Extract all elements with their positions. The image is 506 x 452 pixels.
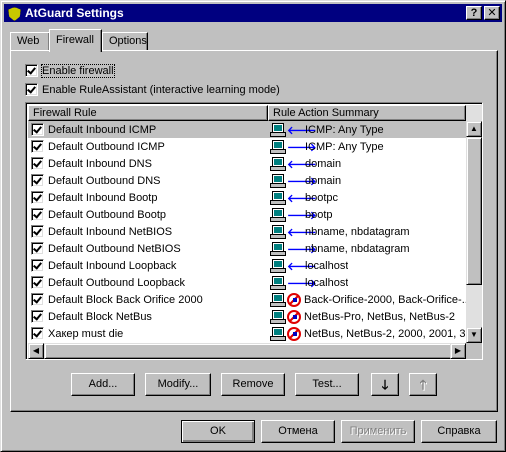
ok-button[interactable]: OK [181,420,255,443]
title-bar[interactable]: AtGuard Settings ? ✕ [4,4,502,22]
firewall-tab-panel [10,50,498,412]
cancel-button-label: Отмена [278,425,318,437]
help-dialog-button[interactable]: Справка [421,420,497,443]
ok-button-label: OK [210,425,226,437]
apply-button-label: Применить [349,425,407,437]
atguard-settings-window: AtGuard Settings ? ✕ Web Firewall Option… [0,0,506,452]
help-button[interactable]: ? [466,6,482,20]
close-button[interactable]: ✕ [484,6,500,20]
window-title: AtGuard Settings [25,6,124,20]
tab-options[interactable]: Options [102,32,148,51]
help-dialog-button-label: Справка [437,425,481,437]
tab-web[interactable]: Web [10,32,50,51]
tab-firewall[interactable]: Firewall [49,29,102,52]
apply-button[interactable]: Применить [341,420,415,443]
cancel-button[interactable]: Отмена [261,420,335,443]
atguard-shield-icon [6,6,22,20]
